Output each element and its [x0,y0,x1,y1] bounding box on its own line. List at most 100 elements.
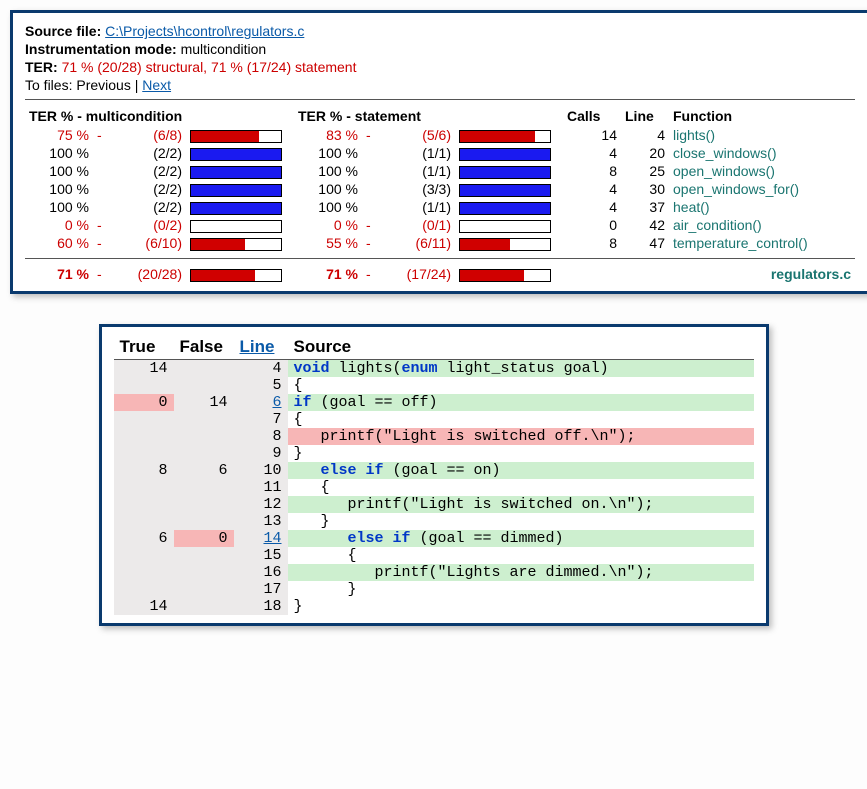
source-code: void lights(enum light_status goal) [288,360,754,378]
total-mc-ratio: (20/28) [113,265,186,283]
col-mc: TER % - multicondition [25,106,294,126]
source-row: 15 { [114,547,754,564]
function-coverage-table: TER % - multicondition TER % - statement… [25,106,855,252]
table-row: 100 %(2/2)100 %(1/1)825open_windows() [25,162,855,180]
line-number: 13 [234,513,288,530]
false-count [174,445,234,462]
true-count [114,377,174,394]
st-pct: 100 % [294,162,362,180]
source-file-label: Source file: [25,23,101,39]
mc-ratio: (2/2) [113,198,186,216]
function-link[interactable]: temperature_control() [673,235,808,251]
st-ratio: (6/11) [382,234,455,252]
st-pct: 55 % [294,234,362,252]
mc-pct: 75 % [25,126,93,144]
table-row: 100 %(2/2)100 %(3/3)430open_windows_for(… [25,180,855,198]
line-number: 14 [234,530,288,547]
source-row: 9} [114,445,754,462]
source-row: 0146if (goal == off) [114,394,754,411]
total-filename: regulators.c [608,265,855,283]
true-count [114,479,174,496]
calls: 8 [563,162,621,180]
mc-pct: 0 % [25,216,93,234]
function-link[interactable]: close_windows() [673,145,776,161]
line-no: 4 [621,126,669,144]
st-ratio: (3/3) [382,180,455,198]
function-link[interactable]: lights() [673,127,715,143]
calls: 0 [563,216,621,234]
source-row: 11 { [114,479,754,496]
source-file-link[interactable]: C:\Projects\hcontrol\regulators.c [105,23,304,39]
st-ratio: (5/6) [382,126,455,144]
col-source: Source [288,335,754,360]
line-number: 6 [234,394,288,411]
table-row: 0 %-(0/2)0 %-(0/1)042air_condition() [25,216,855,234]
col-function: Function [669,106,855,126]
coverage-summary-panel: Source file: C:\Projects\hcontrol\regula… [10,10,867,294]
line-number: 7 [234,411,288,428]
mc-bar [190,202,282,215]
source-code: { [288,479,754,496]
true-count [114,564,174,581]
function-link[interactable]: open_windows_for() [673,181,799,197]
false-count [174,513,234,530]
line-no: 37 [621,198,669,216]
mc-ratio: (6/10) [113,234,186,252]
st-bar [459,238,551,251]
function-link[interactable]: air_condition() [673,217,762,233]
source-row: 16 printf("Lights are dimmed.\n"); [114,564,754,581]
st-bar [459,184,551,197]
false-count [174,360,234,378]
prev-file-text: Previous [76,77,130,93]
st-bar [459,220,551,233]
source-code: else if (goal == on) [288,462,754,479]
line-number: 5 [234,377,288,394]
function-link[interactable]: heat() [673,199,710,215]
calls: 4 [563,144,621,162]
false-count [174,377,234,394]
source-row: 8 printf("Light is switched off.\n"); [114,428,754,445]
true-count: 14 [114,598,174,615]
next-file-link[interactable]: Next [142,77,171,93]
true-count [114,547,174,564]
mc-pct: 100 % [25,144,93,162]
line-number: 4 [234,360,288,378]
calls: 14 [563,126,621,144]
col-line-link[interactable]: Line [234,335,288,360]
true-count: 6 [114,530,174,547]
line-link[interactable]: 6 [272,394,281,411]
false-count [174,581,234,598]
mc-ratio: (2/2) [113,162,186,180]
source-table: True False Line Source 144void lights(en… [114,335,754,615]
col-false: False [174,335,234,360]
line-number: 17 [234,581,288,598]
source-code: { [288,411,754,428]
function-link[interactable]: open_windows() [673,163,775,179]
total-st-bar [459,269,551,282]
line-no: 47 [621,234,669,252]
source-listing-panel: True False Line Source 144void lights(en… [99,324,769,626]
line-no: 30 [621,180,669,198]
line-number: 15 [234,547,288,564]
line-number: 16 [234,564,288,581]
st-pct: 100 % [294,144,362,162]
mc-pct: 60 % [25,234,93,252]
false-count [174,564,234,581]
total-mc-bar [190,269,282,282]
totals-row: 71 % - (20/28) 71 % - (17/24) regulators… [25,265,855,283]
line-number: 10 [234,462,288,479]
line-number: 8 [234,428,288,445]
st-pct: 100 % [294,180,362,198]
ter-label: TER: [25,59,58,75]
mc-ratio: (0/2) [113,216,186,234]
instrumentation-mode-label: Instrumentation mode: [25,41,177,57]
table-row: 100 %(2/2)100 %(1/1)420close_windows() [25,144,855,162]
source-row: 8610 else if (goal == on) [114,462,754,479]
line-no: 42 [621,216,669,234]
false-count [174,547,234,564]
true-count [114,445,174,462]
to-files-label: To files: [25,77,72,93]
line-link[interactable]: 14 [263,530,281,547]
st-bar [459,202,551,215]
source-code: } [288,445,754,462]
